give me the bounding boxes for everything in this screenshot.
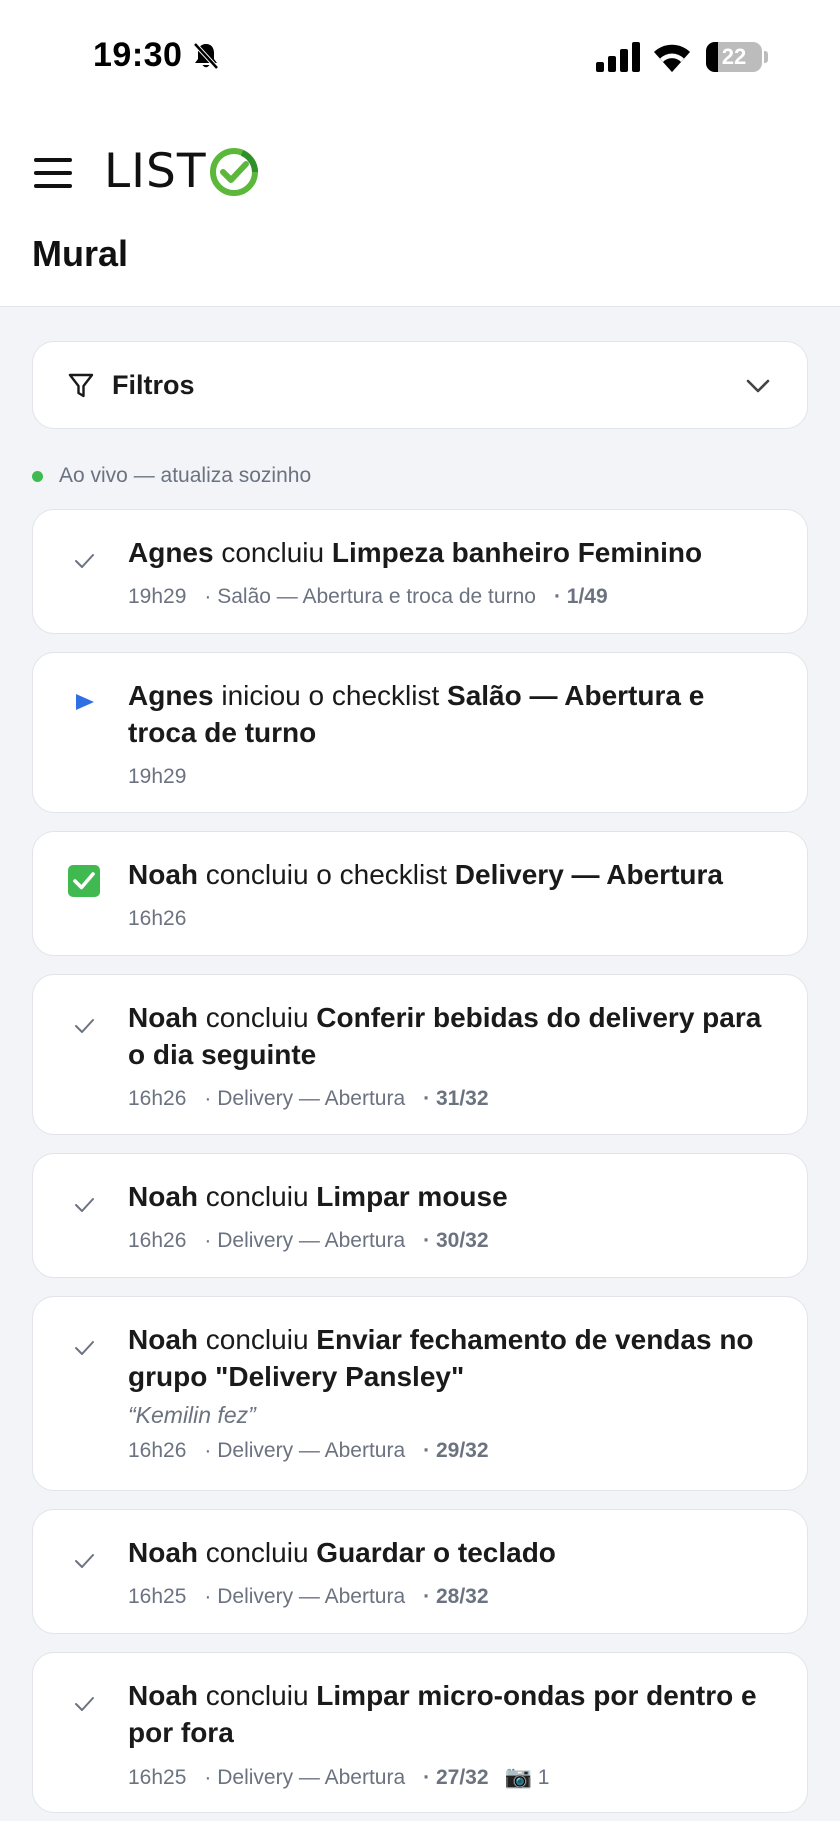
feed-checklist: Salão — Abertura e troca de turno bbox=[217, 585, 536, 608]
feed-user: Noah bbox=[128, 1324, 198, 1355]
feed-note: “Kemilin fez” bbox=[128, 1402, 256, 1428]
page-title: Mural bbox=[32, 233, 129, 274]
feed-time: 19h29 bbox=[128, 765, 187, 788]
feed-card[interactable]: Noah concluiu Enviar fechamento de venda… bbox=[32, 1296, 808, 1491]
check-icon bbox=[75, 1697, 94, 1711]
feed-photo-count: 1 bbox=[537, 1766, 550, 1789]
feed-meta: 19h29 · Salão — Abertura e troca de turno… bbox=[128, 585, 608, 608]
check-icon bbox=[75, 1554, 94, 1568]
feed-meta: 19h29 bbox=[128, 763, 777, 791]
status-time: 19:30 bbox=[93, 36, 183, 74]
check-icon bbox=[75, 1341, 94, 1355]
check-icon bbox=[75, 1198, 94, 1212]
feed-verb: iniciou o checklist bbox=[221, 680, 440, 711]
feed-text: Noah concluiu Limpar micro-ondas por den… bbox=[128, 1677, 777, 1751]
feed-card[interactable]: Noah concluiu Limpar micro-ondas por den… bbox=[32, 1652, 808, 1813]
feed-checklist: Delivery — Abertura bbox=[217, 1229, 406, 1252]
feed-meta: 16h26 bbox=[128, 905, 777, 933]
filter-dropdown[interactable]: Filtros bbox=[32, 341, 808, 429]
feed-verb: concluiu bbox=[205, 1324, 309, 1355]
bell-muted-icon bbox=[193, 42, 219, 70]
feed-checklist: Delivery — Abertura bbox=[217, 1439, 406, 1462]
feed-text: Agnes concluiu Limpeza banheiro Feminino bbox=[128, 534, 777, 571]
feed-verb: concluiu bbox=[205, 1002, 309, 1033]
feed-user: Noah bbox=[128, 1537, 198, 1568]
chevron-down-icon bbox=[746, 379, 770, 393]
feed-progress: 28/32 bbox=[435, 1585, 489, 1608]
feed-text: Noah concluiu Guardar o teclado bbox=[128, 1534, 777, 1571]
camera-icon: 📷 bbox=[504, 1764, 532, 1789]
feed-time: 16h26 bbox=[128, 1439, 187, 1462]
feed-task: Limpar mouse bbox=[316, 1181, 508, 1212]
feed-card[interactable]: Agnes iniciou o checklist Salão — Abertu… bbox=[32, 652, 808, 813]
feed-checklist: Delivery — Abertura bbox=[217, 1585, 406, 1608]
feed-user: Agnes bbox=[128, 680, 214, 711]
feed-progress: 29/32 bbox=[435, 1439, 489, 1462]
feed-task: Limpeza banheiro Feminino bbox=[331, 537, 703, 568]
feed-meta: 16h25 · Delivery — Abertura · 27/32 📷 1 bbox=[128, 1764, 550, 1789]
feed-text: Noah concluiu Conferir bebidas do delive… bbox=[128, 999, 777, 1073]
logo-text: LIST bbox=[104, 144, 207, 199]
feed-checklist: Delivery — Abertura bbox=[217, 1766, 406, 1789]
feed-meta: 16h26 · Delivery — Abertura · 29/32 bbox=[128, 1439, 489, 1462]
check-box-icon bbox=[68, 865, 100, 897]
feed-task: Delivery — Abertura bbox=[454, 859, 723, 890]
feed-progress: 27/32 bbox=[435, 1766, 489, 1789]
feed-checklist: Delivery — Abertura bbox=[217, 1087, 406, 1110]
filter-label: Filtros bbox=[112, 370, 195, 400]
live-status-text: Ao vivo — atualiza sozinho bbox=[59, 464, 312, 487]
feed-user: Noah bbox=[128, 1002, 198, 1033]
feed-verb: concluiu bbox=[221, 537, 325, 568]
feed-text: Noah concluiu Limpar mouse bbox=[128, 1178, 777, 1215]
feed-time: 19h29 bbox=[128, 585, 187, 608]
feed-time: 16h26 bbox=[128, 1229, 187, 1252]
feed-progress: 30/32 bbox=[435, 1229, 489, 1252]
feed-meta: 16h25 · Delivery — Abertura · 28/32 bbox=[128, 1585, 489, 1608]
feed-verb: concluiu bbox=[205, 1680, 309, 1711]
feed-progress: 1/49 bbox=[566, 585, 608, 608]
feed-card[interactable]: Agnes concluiu Limpeza banheiro Feminino… bbox=[32, 509, 808, 634]
filter-icon bbox=[68, 373, 94, 398]
battery-level: 22 bbox=[721, 44, 747, 69]
feed-card[interactable]: Noah concluiu Limpar mouse 16h26 · Delive… bbox=[32, 1153, 808, 1278]
battery-cap bbox=[764, 51, 768, 63]
feed-card[interactable]: Noah concluiu Conferir bebidas do delive… bbox=[32, 974, 808, 1135]
menu-icon[interactable] bbox=[34, 158, 72, 188]
live-status-dot bbox=[32, 471, 43, 482]
feed-time: 16h26 bbox=[128, 907, 187, 930]
feed-card[interactable]: Noah concluiu o checklist Delivery — Abe… bbox=[32, 831, 808, 956]
feed-task: Guardar o teclado bbox=[316, 1537, 556, 1568]
feed-user: Noah bbox=[128, 1181, 198, 1212]
feed-card[interactable]: Noah concluiu Guardar o teclado 16h25 · D… bbox=[32, 1509, 808, 1634]
feed-verb: concluiu o checklist bbox=[205, 859, 448, 890]
feed-user: Agnes bbox=[128, 537, 214, 568]
feed-meta: 16h26 · Delivery — Abertura · 30/32 bbox=[128, 1229, 489, 1252]
feed-time: 16h25 bbox=[128, 1585, 187, 1608]
feed-text: Agnes iniciou o checklist Salão — Abertu… bbox=[128, 677, 777, 751]
battery-indicator: 22 bbox=[706, 42, 762, 72]
feed-user: Noah bbox=[128, 859, 198, 890]
feed-text: Noah concluiu o checklist Delivery — Abe… bbox=[128, 856, 777, 893]
feed-time: 16h25 bbox=[128, 1766, 187, 1789]
feed-text: Noah concluiu Enviar fechamento de venda… bbox=[128, 1321, 777, 1395]
feed-meta: 16h26 · Delivery — Abertura · 31/32 bbox=[128, 1087, 489, 1110]
feed-time: 16h26 bbox=[128, 1087, 187, 1110]
feed-progress: 31/32 bbox=[435, 1087, 489, 1110]
play-icon bbox=[76, 694, 94, 710]
check-icon bbox=[75, 1019, 94, 1033]
signal-icon bbox=[596, 42, 640, 72]
feed-verb: concluiu bbox=[205, 1537, 309, 1568]
logo-check-icon bbox=[209, 148, 258, 196]
feed-user: Noah bbox=[128, 1680, 198, 1711]
check-icon bbox=[75, 554, 94, 568]
wifi-icon bbox=[654, 44, 690, 72]
feed-verb: concluiu bbox=[205, 1181, 309, 1212]
logo: LIST bbox=[104, 146, 260, 198]
